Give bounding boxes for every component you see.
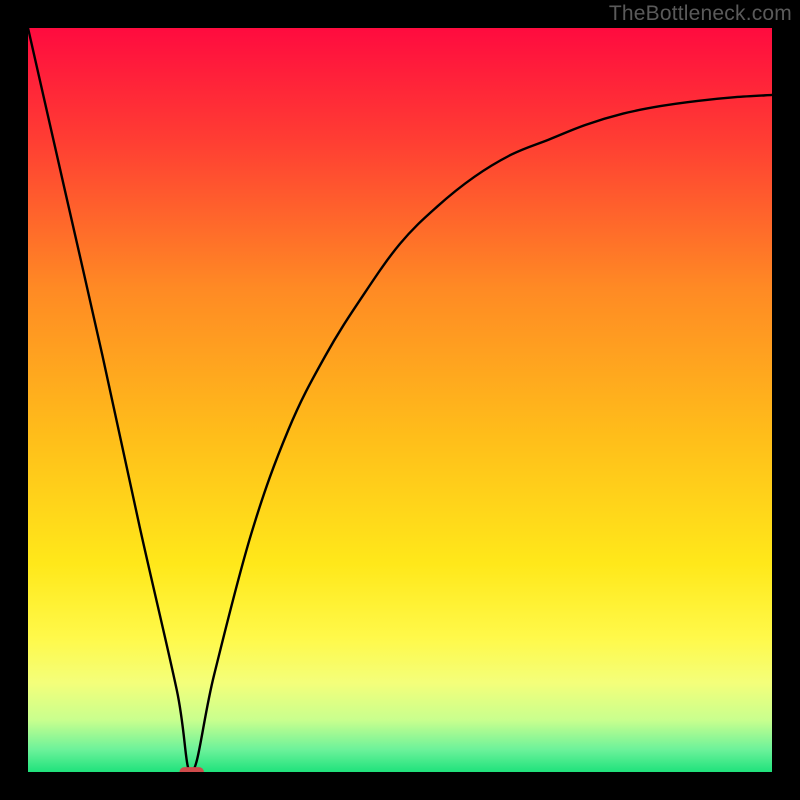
chart-gradient-bg [28,28,772,772]
bottleneck-chart: TheBottleneck.com [0,0,800,800]
attribution-label: TheBottleneck.com [609,2,792,26]
chart-svg [0,0,800,800]
